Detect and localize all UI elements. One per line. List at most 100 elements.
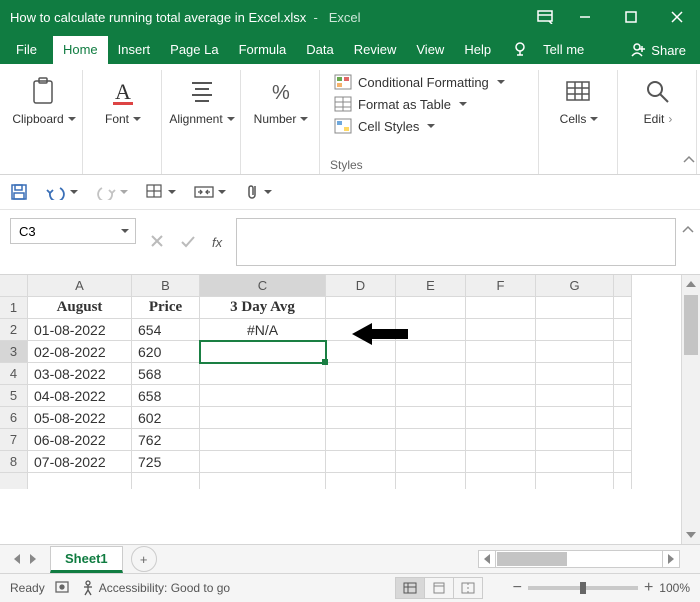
cell[interactable]: 725	[132, 451, 200, 473]
col-header-a[interactable]: A	[28, 275, 132, 297]
col-header-c[interactable]: C	[200, 275, 326, 297]
cell[interactable]: 05-08-2022	[28, 407, 132, 429]
cell[interactable]	[396, 341, 466, 363]
row-header[interactable]	[0, 473, 28, 489]
selected-cell[interactable]	[200, 341, 326, 363]
cell[interactable]	[536, 363, 614, 385]
cell[interactable]	[132, 473, 200, 489]
cancel-formula-icon[interactable]	[150, 234, 164, 251]
cell[interactable]	[466, 319, 536, 341]
select-all-corner[interactable]	[0, 275, 28, 297]
scroll-thumb[interactable]	[684, 295, 698, 355]
zoom-out-button[interactable]: −	[513, 579, 522, 597]
scroll-thumb[interactable]	[497, 552, 567, 566]
new-sheet-button[interactable]: +	[131, 546, 157, 572]
col-header-e[interactable]: E	[396, 275, 466, 297]
cell[interactable]	[466, 385, 536, 407]
number-button[interactable]: % Number	[254, 70, 309, 126]
cells-button[interactable]: Cells	[560, 70, 599, 126]
row-header[interactable]: 3	[0, 341, 28, 363]
sheet-tab-sheet1[interactable]: Sheet1	[50, 546, 123, 573]
tab-data[interactable]: Data	[296, 36, 343, 64]
name-box-input[interactable]	[17, 223, 91, 240]
cell[interactable]	[536, 341, 614, 363]
chevron-down-icon[interactable]	[121, 229, 129, 233]
paste-button[interactable]: Clipboard	[12, 70, 75, 126]
save-button[interactable]	[10, 183, 28, 201]
view-normal-button[interactable]	[395, 577, 425, 599]
tab-insert[interactable]: Insert	[108, 36, 161, 64]
cell[interactable]	[200, 451, 326, 473]
cell[interactable]: 06-08-2022	[28, 429, 132, 451]
cell[interactable]	[536, 451, 614, 473]
cell[interactable]	[326, 319, 396, 341]
col-header-b[interactable]: B	[132, 275, 200, 297]
maximize-button[interactable]	[608, 0, 654, 34]
cell[interactable]	[326, 451, 396, 473]
row-header[interactable]: 4	[0, 363, 28, 385]
close-button[interactable]	[654, 0, 700, 34]
tab-file[interactable]: File	[0, 36, 53, 64]
tab-view[interactable]: View	[406, 36, 454, 64]
cell[interactable]	[536, 407, 614, 429]
cell[interactable]	[200, 363, 326, 385]
col-header-d[interactable]: D	[326, 275, 396, 297]
cell[interactable]	[396, 297, 466, 319]
border-button[interactable]	[146, 184, 176, 200]
formula-input[interactable]	[236, 218, 676, 266]
format-as-table-button[interactable]: Format as Table	[334, 96, 526, 112]
cell[interactable]	[396, 319, 466, 341]
collapse-ribbon-button[interactable]	[682, 153, 696, 170]
expand-formula-bar-icon[interactable]	[681, 223, 695, 240]
horizontal-scrollbar[interactable]	[478, 550, 680, 568]
tab-page-layout[interactable]: Page La	[160, 36, 228, 64]
attach-button[interactable]	[244, 183, 272, 201]
editing-button[interactable]: Edit›	[640, 70, 676, 126]
cell[interactable]	[466, 297, 536, 319]
cell[interactable]	[536, 319, 614, 341]
macro-record-icon[interactable]	[55, 580, 71, 597]
tell-me-button[interactable]	[501, 34, 539, 64]
enter-formula-icon[interactable]	[180, 234, 196, 251]
cell-styles-button[interactable]: Cell Styles	[334, 118, 526, 134]
row-header[interactable]: 7	[0, 429, 28, 451]
col-header-g[interactable]: G	[536, 275, 614, 297]
zoom-slider-handle[interactable]	[580, 582, 586, 594]
cell[interactable]	[536, 385, 614, 407]
cell[interactable]	[326, 297, 396, 319]
cell[interactable]: 762	[132, 429, 200, 451]
col-header-f[interactable]: F	[466, 275, 536, 297]
cell[interactable]	[200, 473, 326, 489]
cell[interactable]	[536, 297, 614, 319]
cell[interactable]	[466, 363, 536, 385]
scroll-down-button[interactable]	[682, 526, 700, 544]
cell[interactable]	[326, 341, 396, 363]
redo-button[interactable]	[96, 184, 128, 200]
sheet-nav-next[interactable]	[30, 554, 36, 564]
cell[interactable]: 568	[132, 363, 200, 385]
zoom-value[interactable]: 100%	[659, 581, 690, 595]
scroll-up-button[interactable]	[682, 275, 700, 293]
cell[interactable]	[200, 407, 326, 429]
cell[interactable]	[536, 429, 614, 451]
cell[interactable]: 01-08-2022	[28, 319, 132, 341]
cell[interactable]	[396, 407, 466, 429]
cell[interactable]: 02-08-2022	[28, 341, 132, 363]
cell[interactable]: 07-08-2022	[28, 451, 132, 473]
minimize-button[interactable]	[562, 0, 608, 34]
cell[interactable]: 602	[132, 407, 200, 429]
worksheet-grid[interactable]: A B C D E F G 1 August Price 3 Day Avg 2…	[0, 275, 700, 544]
cell[interactable]: #N/A	[200, 319, 326, 341]
accessibility-button[interactable]: Accessibility: Good to go	[81, 580, 230, 596]
cell[interactable]: 03-08-2022	[28, 363, 132, 385]
zoom-in-button[interactable]: +	[644, 579, 653, 597]
conditional-formatting-button[interactable]: Conditional Formatting	[334, 74, 526, 90]
cell[interactable]	[396, 473, 466, 489]
tab-help[interactable]: Help	[454, 36, 501, 64]
cell[interactable]: 620	[132, 341, 200, 363]
row-header[interactable]: 2	[0, 319, 28, 341]
cell[interactable]	[466, 473, 536, 489]
row-header[interactable]: 5	[0, 385, 28, 407]
row-header[interactable]: 8	[0, 451, 28, 473]
row-header[interactable]: 1	[0, 297, 28, 319]
